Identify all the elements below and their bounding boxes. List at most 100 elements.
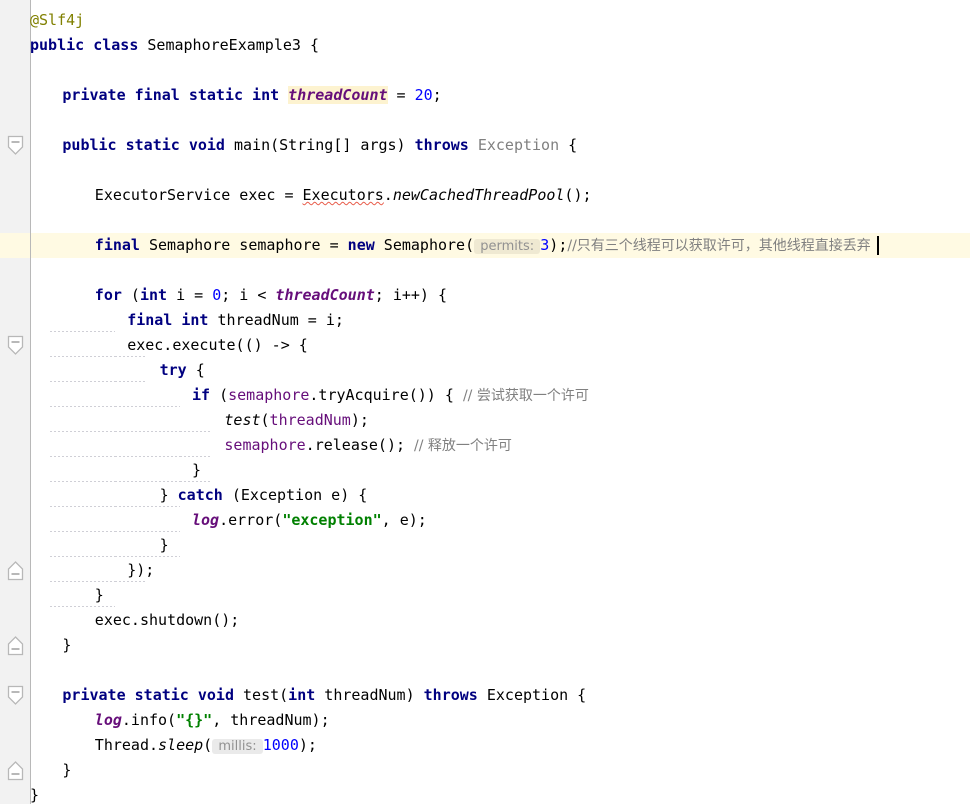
code-line-text: for (int i = 0; i < threadCount; i++) {: [30, 283, 447, 308]
code-token: // 释放一个许可: [414, 438, 512, 454]
code-token: SemaphoreExample3: [147, 36, 301, 54]
code-line[interactable]: [30, 658, 62, 683]
code-token: final: [127, 311, 173, 329]
code-line[interactable]: log.info("{}", threadNum);: [30, 708, 330, 733]
code-line[interactable]: @Slf4j: [30, 8, 84, 33]
code-line-text: } catch (Exception e) {: [30, 483, 368, 508]
code-line[interactable]: public static void main(String[] args) t…: [30, 133, 577, 158]
code-token: .tryAcquire()) {: [309, 386, 463, 404]
code-token: 0: [212, 286, 222, 304]
fold-end-marker-icon[interactable]: [7, 760, 24, 781]
code-token: private: [62, 86, 126, 104]
code-line-text: private static void test(int threadNum) …: [30, 683, 586, 708]
code-token: static: [134, 686, 189, 704]
code-token: }: [159, 486, 178, 504]
code-token: Exception: [477, 136, 560, 154]
code-line[interactable]: exec.execute(() -> {: [30, 333, 308, 358]
code-token: throws: [423, 686, 478, 704]
code-token: (: [203, 736, 213, 754]
code-token: final: [134, 86, 180, 104]
code-line[interactable]: test(threadNum);: [30, 408, 369, 433]
code-line[interactable]: semaphore.release(); // 释放一个许可: [30, 433, 512, 458]
code-token: (Exception e) {: [222, 486, 368, 504]
code-line[interactable]: for (int i = 0; i < threadCount; i++) {: [30, 283, 447, 308]
fold-expanded-marker-icon[interactable]: [7, 335, 24, 356]
code-line[interactable]: }: [30, 633, 71, 658]
code-token: (: [121, 286, 140, 304]
code-line[interactable]: } catch (Exception e) {: [30, 483, 368, 508]
code-token: // 尝试获取一个许可: [462, 388, 589, 404]
code-line[interactable]: [30, 158, 95, 183]
code-line[interactable]: }: [30, 758, 71, 783]
code-token: log: [192, 511, 220, 529]
code-token: 20: [414, 86, 433, 104]
code-token: {: [300, 36, 319, 54]
code-token: }: [62, 761, 72, 779]
code-token: Exception {: [477, 686, 587, 704]
code-token: .info(: [121, 711, 177, 729]
fold-expanded-marker-icon[interactable]: [7, 135, 24, 156]
code-token: ();: [564, 186, 592, 204]
code-line[interactable]: final int threadNum = i;: [30, 308, 344, 333]
code-token: .: [383, 186, 393, 204]
code-token: (: [210, 386, 229, 404]
fold-end-marker-icon[interactable]: [7, 635, 24, 656]
code-line[interactable]: }: [30, 783, 39, 808]
code-line[interactable]: exec.shutdown();: [30, 608, 240, 633]
code-token: int: [139, 286, 168, 304]
code-token: threadNum): [315, 686, 424, 704]
code-token: newCachedThreadPool: [392, 186, 565, 204]
code-token: main: [233, 136, 271, 154]
code-line-text: exec.shutdown();: [30, 608, 240, 633]
code-line[interactable]: if (semaphore.tryAcquire()) { // 尝试获取一个许…: [30, 383, 589, 408]
code-token: test(: [233, 686, 289, 704]
code-line-text: log.error("exception", e);: [30, 508, 427, 533]
code-line[interactable]: [30, 208, 95, 233]
code-token: ExecutorService exec =: [94, 186, 303, 204]
code-token: //只有三个线程可以获取许可，其他线程直接丢弃: [567, 238, 871, 254]
code-token: }: [94, 586, 104, 604]
code-line[interactable]: final Semaphore semaphore = new Semaphor…: [30, 233, 871, 258]
code-line[interactable]: try {: [30, 358, 205, 383]
fold-expanded-marker-icon[interactable]: [7, 685, 24, 706]
code-token: {: [559, 136, 578, 154]
code-line-text: if (semaphore.tryAcquire()) { // 尝试获取一个许…: [30, 383, 589, 409]
code-token: test: [224, 411, 261, 429]
fold-end-marker-icon[interactable]: [7, 560, 24, 581]
code-line-text: final int threadNum = i;: [30, 308, 344, 333]
code-token: );: [298, 736, 317, 754]
code-line[interactable]: Thread.sleep( millis: 1000);: [30, 733, 317, 758]
code-line[interactable]: }: [30, 583, 104, 608]
code-token: "{}": [176, 711, 213, 729]
code-token: static: [125, 136, 180, 154]
code-content[interactable]: @Slf4j public class SemaphoreExample3 { pr…: [0, 0, 970, 804]
code-line[interactable]: private static void test(int threadNum) …: [30, 683, 586, 708]
code-token: new: [347, 236, 375, 254]
code-token: , threadNum);: [212, 711, 330, 729]
code-editor[interactable]: @Slf4j public class SemaphoreExample3 { pr…: [0, 0, 970, 804]
code-line[interactable]: }: [30, 533, 169, 558]
code-line[interactable]: [30, 258, 95, 283]
code-line[interactable]: log.error("exception", e);: [30, 508, 427, 533]
code-line[interactable]: ExecutorService exec = Executors.newCach…: [30, 183, 592, 208]
code-token: Semaphore(: [374, 236, 475, 254]
code-token: throws: [414, 136, 469, 154]
code-line-text: }: [30, 783, 39, 808]
code-line[interactable]: private final static int threadCount = 2…: [30, 83, 442, 108]
code-token: catch: [177, 486, 223, 504]
code-line[interactable]: });: [30, 558, 154, 583]
code-line-text: log.info("{}", threadNum);: [30, 708, 330, 733]
code-line[interactable]: public class SemaphoreExample3 {: [30, 33, 319, 58]
code-token: int: [288, 686, 316, 704]
code-token: ;: [432, 86, 442, 104]
code-line-text: test(threadNum);: [30, 408, 369, 433]
code-line-text: ExecutorService exec = Executors.newCach…: [30, 183, 592, 208]
code-line[interactable]: [30, 108, 62, 133]
code-token: 3: [540, 236, 550, 254]
code-line[interactable]: }: [30, 458, 201, 483]
code-line-text: Thread.sleep( millis: 1000);: [30, 733, 317, 759]
